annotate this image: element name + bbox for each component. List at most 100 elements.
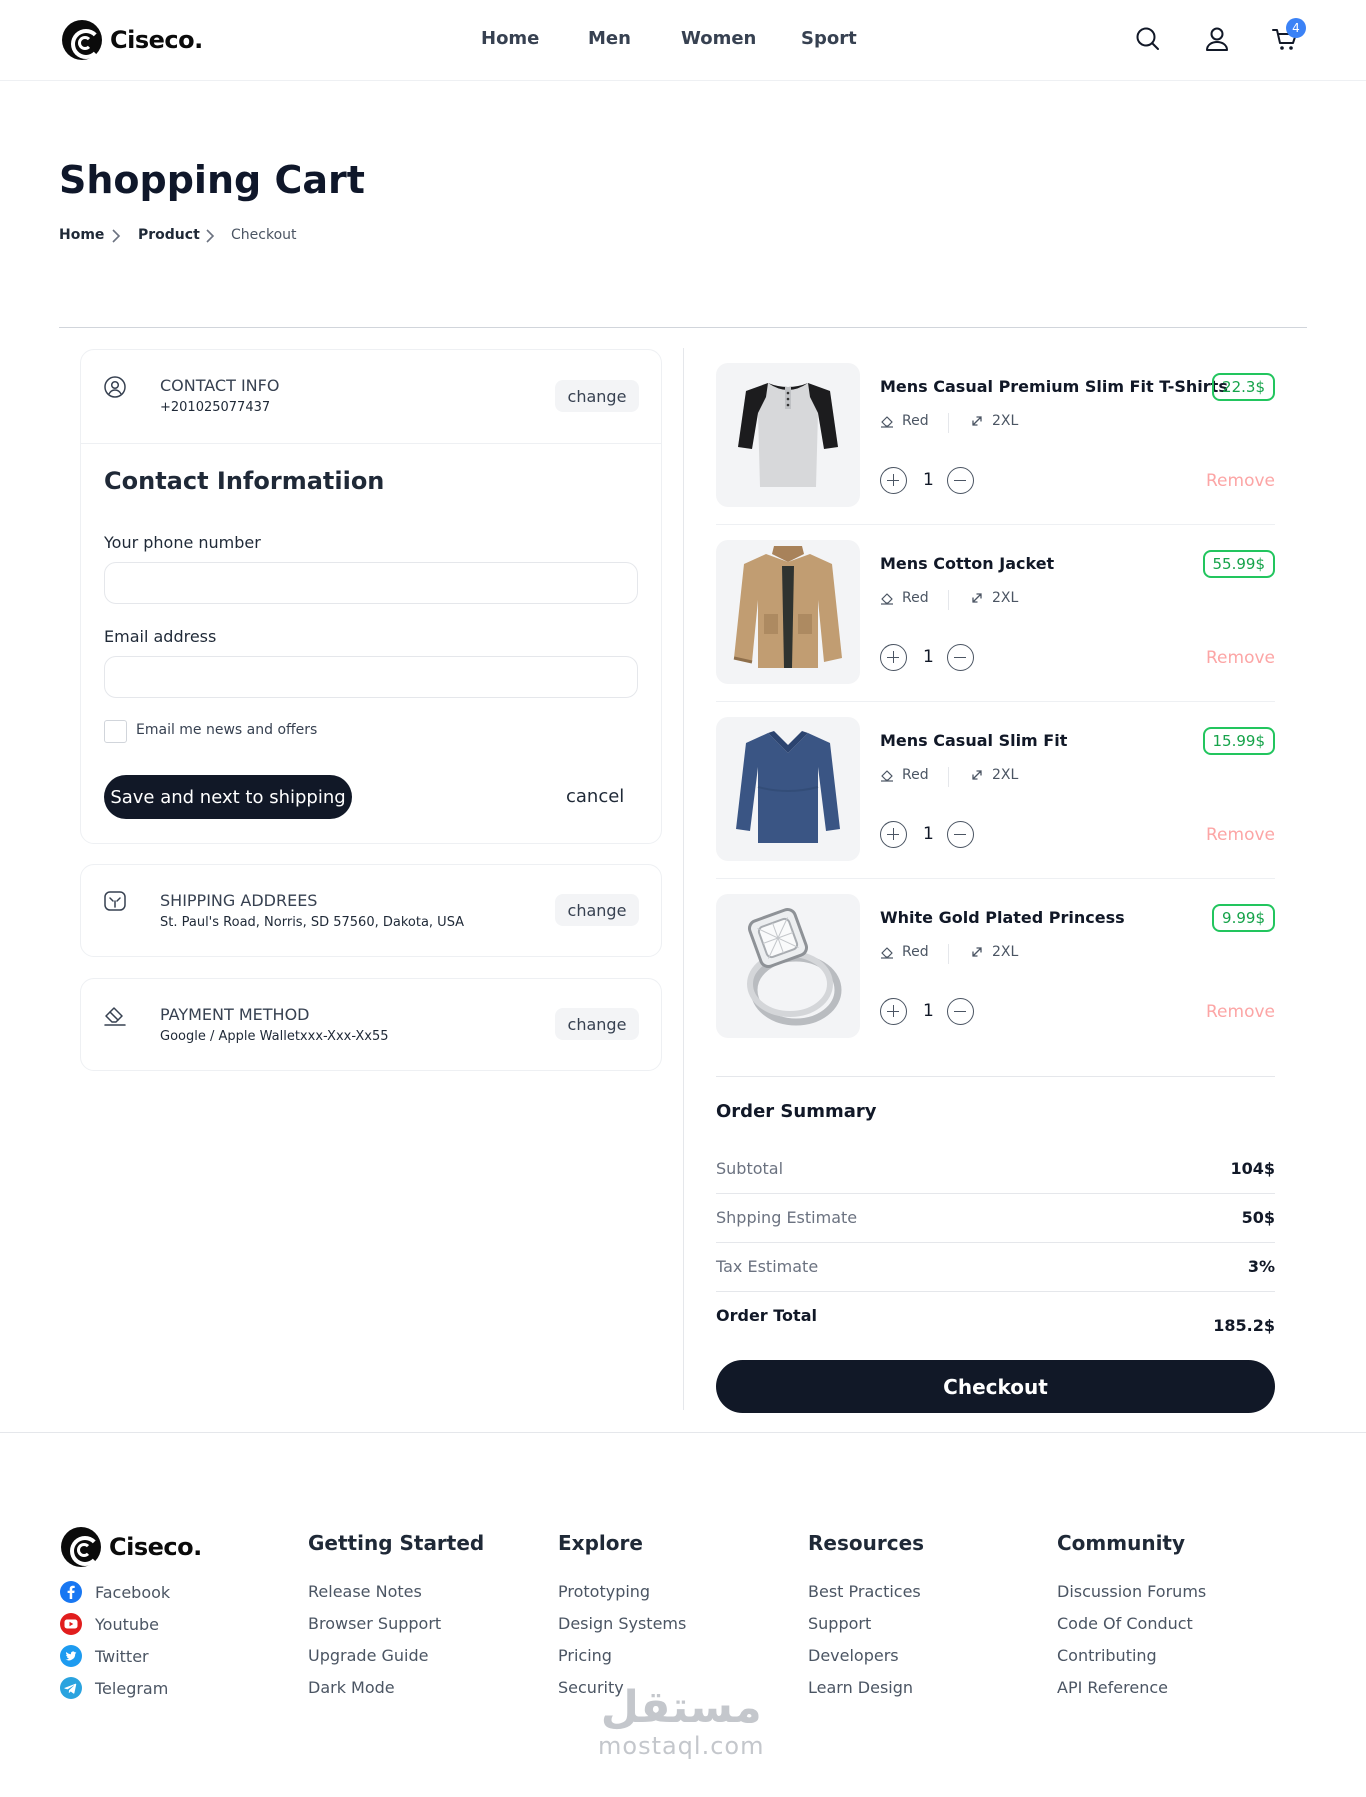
footer-link[interactable]: Dark Mode	[308, 1678, 395, 1697]
social-link-twitter[interactable]: Twitter	[59, 1644, 149, 1668]
footer-link[interactable]: Best Practices	[808, 1582, 921, 1601]
quantity-value: 1	[923, 1001, 934, 1021]
cart-item: White Gold Plated Princess 9.99$ Red 2XL 1 Re…	[716, 894, 1275, 1071]
color-value: Red	[902, 767, 929, 783]
social-link-youtube[interactable]: Youtube	[59, 1612, 159, 1636]
brand-name: Ciseco.	[110, 26, 203, 54]
color-value: Red	[902, 944, 929, 960]
quantity-value: 1	[923, 824, 934, 844]
breadcrumb-home[interactable]: Home	[59, 227, 104, 243]
footer-link[interactable]: Prototyping	[558, 1582, 650, 1601]
email-input[interactable]	[104, 656, 638, 698]
payment-method-value: Google / Apple Walletxxx-Xxx-Xx55	[160, 1029, 389, 1044]
footer-link[interactable]: Discussion Forums	[1057, 1582, 1206, 1601]
footer-logo[interactable]: Ciseco.	[61, 1527, 202, 1567]
price-badge: 22.3$	[1212, 373, 1275, 401]
watermark: مستقل mostaql.com	[598, 1684, 764, 1761]
product-image[interactable]	[716, 363, 860, 507]
social-label: Twitter	[95, 1646, 149, 1666]
shipping-address-card: SHIPPING ADDREES St. Paul's Road, Norris…	[80, 864, 662, 957]
contact-info-value: +201025077437	[160, 400, 271, 415]
facebook-icon	[59, 1580, 83, 1604]
product-image[interactable]	[716, 894, 860, 1038]
size-arrows-icon	[972, 770, 982, 780]
footer-link[interactable]: API Reference	[1057, 1678, 1168, 1697]
order-total-label: Order Total	[716, 1306, 817, 1325]
increase-quantity-button[interactable]	[880, 821, 907, 848]
breadcrumb-product[interactable]: Product	[138, 227, 200, 243]
shipping-title: SHIPPING ADDREES	[160, 891, 318, 910]
social-link-facebook[interactable]: Facebook	[59, 1580, 170, 1604]
footer-link[interactable]: Release Notes	[308, 1582, 422, 1601]
size-value: 2XL	[992, 767, 1019, 783]
checkout-button[interactable]: Checkout	[716, 1360, 1275, 1413]
order-total-value: 185.2$	[1213, 1316, 1275, 1335]
logo-mark-icon	[61, 1527, 101, 1567]
change-contact-button[interactable]: change	[555, 380, 639, 412]
cancel-button[interactable]: cancel	[566, 786, 624, 807]
footer-column-title: Getting Started	[308, 1531, 485, 1555]
footer-link[interactable]: Design Systems	[558, 1614, 686, 1633]
social-link-telegram[interactable]: Telegram	[59, 1676, 168, 1700]
nav-women[interactable]: Women	[681, 28, 756, 49]
attribute-divider	[948, 590, 949, 610]
footer-link[interactable]: Upgrade Guide	[308, 1646, 428, 1665]
chevron-right-icon	[112, 229, 121, 243]
save-and-next-button[interactable]: Save and next to shipping	[104, 775, 352, 819]
color-swatch-icon	[881, 593, 893, 605]
increase-quantity-button[interactable]	[880, 998, 907, 1025]
nav-sport[interactable]: Sport	[801, 28, 857, 49]
change-payment-button[interactable]: change	[555, 1008, 639, 1040]
footer-link[interactable]: Developers	[808, 1646, 899, 1665]
product-image[interactable]	[716, 717, 860, 861]
page-title: Shopping Cart	[59, 158, 365, 202]
footer-link[interactable]: Contributing	[1057, 1646, 1157, 1665]
shipping-address-value: St. Paul's Road, Norris, SD 57560, Dakot…	[160, 915, 465, 930]
attribute-divider	[948, 413, 949, 433]
increase-quantity-button[interactable]	[880, 644, 907, 671]
size-attribute: 2XL	[970, 944, 1018, 960]
payment-title: PAYMENT METHOD	[160, 1005, 310, 1024]
change-shipping-button[interactable]: change	[555, 894, 639, 926]
product-name[interactable]: Mens Casual Premium Slim Fit T-Shirts	[880, 377, 1228, 396]
search-icon[interactable]	[1133, 24, 1163, 54]
color-swatch-icon	[881, 416, 893, 428]
column-divider	[683, 348, 684, 1410]
footer-column-title: Community	[1057, 1531, 1186, 1555]
nav-home[interactable]: Home	[481, 28, 539, 49]
increase-quantity-button[interactable]	[880, 467, 907, 494]
footer-link[interactable]: Pricing	[558, 1646, 612, 1665]
decrease-quantity-button[interactable]	[947, 467, 974, 494]
summary-value: 50$	[1241, 1208, 1275, 1227]
product-name[interactable]: Mens Casual Slim Fit	[880, 731, 1067, 750]
remove-item-button[interactable]: Remove	[1206, 471, 1275, 491]
size-arrows-icon	[972, 947, 982, 957]
product-image[interactable]	[716, 540, 860, 684]
summary-divider	[716, 1076, 1275, 1077]
footer-link[interactable]: Support	[808, 1614, 871, 1633]
social-label: Facebook	[95, 1582, 171, 1602]
footer-link[interactable]: Browser Support	[308, 1614, 441, 1633]
remove-item-button[interactable]: Remove	[1206, 1002, 1275, 1022]
newsletter-checkbox[interactable]	[104, 720, 127, 743]
decrease-quantity-button[interactable]	[947, 644, 974, 671]
decrease-quantity-button[interactable]	[947, 821, 974, 848]
product-name[interactable]: White Gold Plated Princess	[880, 908, 1125, 927]
user-icon[interactable]	[1202, 24, 1232, 54]
newsletter-label: Email me news and offers	[136, 722, 318, 738]
decrease-quantity-button[interactable]	[947, 998, 974, 1025]
contact-form-title: Contact Informatiion	[104, 467, 385, 495]
summary-row-tax: Tax Estimate 3%	[716, 1243, 1275, 1292]
product-name[interactable]: Mens Cotton Jacket	[880, 554, 1054, 573]
footer-divider	[0, 1432, 1366, 1433]
nav-men[interactable]: Men	[588, 28, 631, 49]
color-swatch-icon	[881, 947, 893, 959]
footer-link[interactable]: Code Of Conduct	[1057, 1614, 1193, 1633]
divider	[59, 327, 1307, 328]
phone-input[interactable]	[104, 562, 638, 604]
remove-item-button[interactable]: Remove	[1206, 648, 1275, 668]
cart-item: Mens Casual Premium Slim Fit T-Shirts 22.…	[716, 363, 1275, 540]
remove-item-button[interactable]: Remove	[1206, 825, 1275, 845]
footer-link[interactable]: Learn Design	[808, 1678, 913, 1697]
brand-logo[interactable]: Ciseco.	[62, 20, 203, 60]
